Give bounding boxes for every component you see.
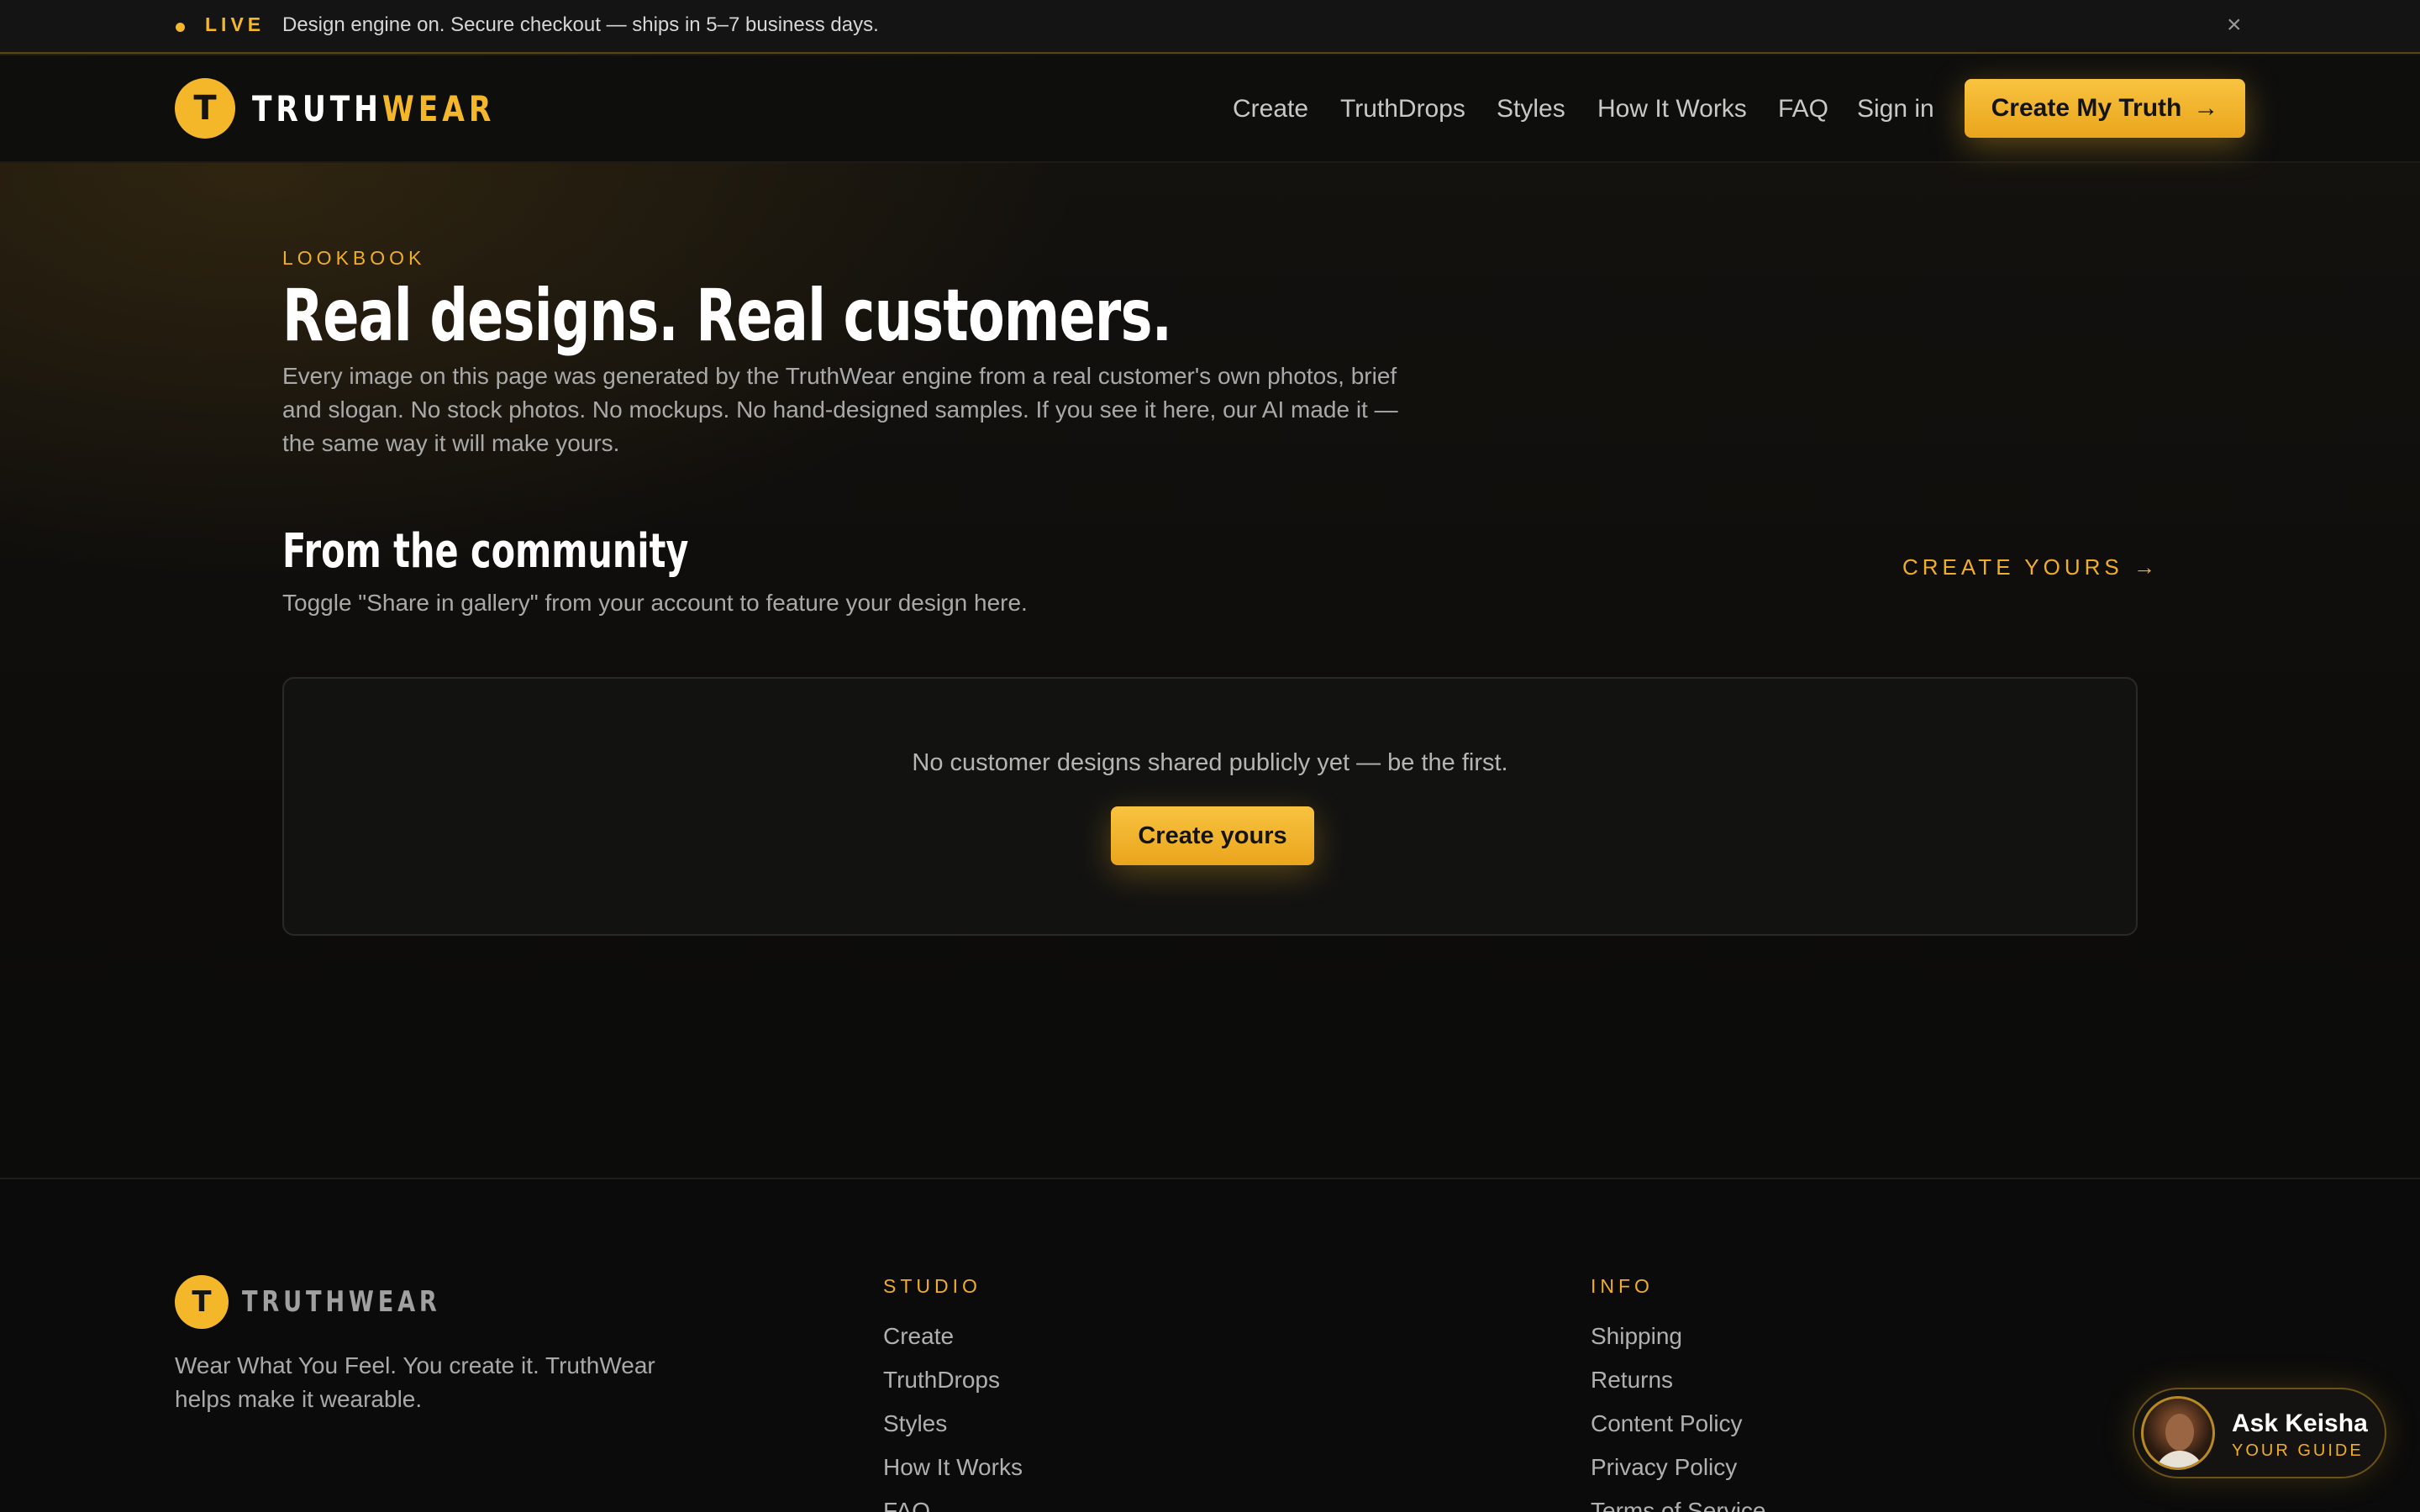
hero-eyebrow: LOOKBOOK: [282, 247, 426, 269]
footer-tagline: Wear What You Feel. You create it. Truth…: [175, 1352, 655, 1412]
announcement-bar: LIVE Design engine on. Secure checkout —…: [0, 0, 2420, 54]
avatar-face: [2165, 1414, 2194, 1451]
footer-link-terms[interactable]: Terms of Service: [1591, 1489, 1766, 1512]
nav-sign-in[interactable]: Sign in: [1857, 92, 1934, 126]
footer-studio-heading: STUDIO: [883, 1275, 981, 1297]
footer-studio-column: STUDIO Create TruthDrops Styles How It W…: [883, 1275, 1023, 1512]
chat-name: Ask Keisha: [2232, 1410, 2368, 1437]
cta-label: Create My Truth: [1991, 94, 2182, 122]
nav-create[interactable]: Create: [1233, 92, 1308, 126]
footer-link-faq[interactable]: FAQ: [883, 1489, 1023, 1512]
nav-faq[interactable]: FAQ: [1778, 92, 1828, 126]
avatar: [2141, 1396, 2215, 1470]
footer-link-create[interactable]: Create: [883, 1315, 1023, 1358]
live-label: LIVE: [205, 13, 266, 35]
announcement-message: Design engine on. Secure checkout — ship…: [282, 13, 879, 36]
chat-role: YOUR GUIDE: [2232, 1441, 2364, 1460]
site-header: T TRUTHWEAR Create TruthDrops Styles How…: [0, 55, 2420, 163]
footer-logo-mark-icon[interactable]: T: [175, 1275, 229, 1329]
footer-link-styles[interactable]: Styles: [883, 1402, 1023, 1446]
nav-truthdrops[interactable]: TruthDrops: [1340, 92, 1465, 126]
footer-link-content-policy[interactable]: Content Policy: [1591, 1402, 1766, 1446]
footer-info-heading: INFO: [1591, 1275, 1654, 1297]
empty-gallery-message: No customer designs shared publicly yet …: [912, 749, 1508, 776]
footer-logo-wordmark[interactable]: TRUTHWEAR: [242, 1285, 441, 1319]
close-icon[interactable]: ×: [2227, 10, 2242, 40]
footer-link-truthdrops[interactable]: TruthDrops: [883, 1358, 1023, 1402]
page-title: Real designs. Real customers.: [282, 274, 1172, 358]
footer-info-column: INFO Shipping Returns Content Policy Pri…: [1591, 1275, 1766, 1512]
create-my-truth-button[interactable]: Create My Truth →: [1965, 79, 2245, 138]
hero-description: Every image on this page was generated b…: [282, 363, 1398, 456]
footer-link-how-it-works[interactable]: How It Works: [883, 1446, 1023, 1489]
arrow-right-icon: →: [2193, 94, 2219, 122]
footer-link-returns[interactable]: Returns: [1591, 1358, 1766, 1402]
nav-how-it-works[interactable]: How It Works: [1597, 92, 1747, 126]
ask-keisha-chat-button[interactable]: Ask Keisha YOUR GUIDE: [2133, 1388, 2386, 1478]
nav-styles[interactable]: Styles: [1497, 92, 1565, 126]
empty-gallery-card: No customer designs shared publicly yet …: [282, 677, 2138, 936]
footer-link-privacy-policy[interactable]: Privacy Policy: [1591, 1446, 1766, 1489]
community-title: From the community: [282, 524, 689, 579]
create-yours-button[interactable]: Create yours: [1111, 806, 1314, 865]
community-subtitle: Toggle "Share in gallery" from your acco…: [282, 590, 1028, 616]
avatar-shirt: [2155, 1451, 2204, 1467]
site-footer: T TRUTHWEAR Wear What You Feel. You crea…: [0, 1178, 2420, 1512]
create-yours-link[interactable]: CREATE YOURS →: [1902, 554, 2160, 580]
footer-link-shipping[interactable]: Shipping: [1591, 1315, 1766, 1358]
live-dot-icon: [176, 23, 185, 32]
